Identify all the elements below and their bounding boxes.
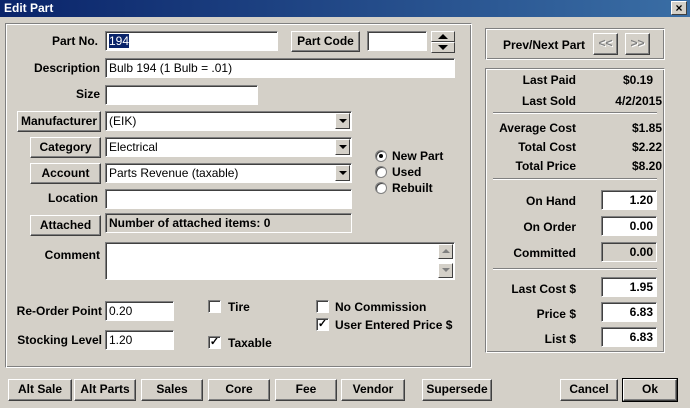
last-paid-label: Last Paid	[522, 73, 576, 87]
chevron-down-icon[interactable]	[335, 139, 350, 155]
list-field[interactable]: 6.83	[601, 327, 657, 347]
stocking-level-label: Stocking Level	[17, 333, 102, 347]
total-cost-label: Total Cost	[518, 140, 576, 154]
manufacturer-button[interactable]: Manufacturer	[17, 111, 101, 132]
prev-part-button[interactable]: <<	[593, 33, 618, 55]
location-label: Location	[48, 191, 98, 205]
stats-divider	[493, 112, 657, 114]
spin-up-icon[interactable]	[431, 31, 455, 42]
total-price-value: $8.20	[631, 159, 662, 173]
category-combo[interactable]: Electrical	[105, 137, 352, 157]
size-label: Size	[75, 87, 100, 101]
last-sold-label: Last Sold	[521, 94, 576, 108]
on-hand-field[interactable]: 1.20	[601, 190, 657, 210]
checkmark-icon: ✓	[317, 318, 328, 330]
used-label[interactable]: Used	[392, 165, 421, 179]
rebuilt-radio[interactable]	[375, 182, 387, 194]
part-code-field[interactable]	[367, 31, 427, 51]
reorder-point-field[interactable]: 0.20	[105, 301, 174, 321]
description-label: Description	[33, 61, 100, 75]
window-title: Edit Part	[4, 1, 54, 15]
scroll-down-icon[interactable]	[438, 263, 453, 278]
new-part-label[interactable]: New Part	[392, 149, 443, 163]
price-label: Price $	[536, 307, 576, 321]
prev-next-label: Prev/Next Part	[503, 38, 586, 52]
comment-field[interactable]	[105, 242, 455, 280]
manufacturer-value: (EIK)	[109, 114, 137, 128]
location-field[interactable]	[105, 189, 352, 209]
user-entered-price-label[interactable]: User Entered Price $	[335, 318, 452, 332]
chevron-down-icon[interactable]	[335, 165, 350, 181]
alt-parts-button[interactable]: Alt Parts	[74, 379, 136, 401]
list-label: List $	[544, 332, 576, 346]
sales-button[interactable]: Sales	[141, 379, 203, 401]
account-button[interactable]: Account	[30, 163, 101, 184]
stats-divider	[493, 178, 657, 180]
total-cost-value: $2.22	[631, 140, 662, 154]
tire-checkbox[interactable]	[208, 300, 221, 313]
user-entered-price-checkbox[interactable]: ✓	[316, 318, 329, 331]
tire-label[interactable]: Tire	[228, 300, 250, 314]
average-cost-label: Average Cost	[499, 121, 576, 135]
last-cost-field[interactable]: 1.95	[601, 277, 657, 297]
chevron-down-icon[interactable]	[335, 113, 350, 129]
close-icon[interactable]: ×	[671, 1, 687, 15]
part-no-label: Part No.	[51, 34, 98, 48]
attached-count-text: Number of attached items: 0	[109, 216, 271, 230]
alt-sale-button[interactable]: Alt Sale	[8, 379, 72, 401]
rebuilt-label[interactable]: Rebuilt	[392, 181, 433, 195]
fee-button[interactable]: Fee	[275, 379, 337, 401]
last-sold-value: 4/2/2015	[615, 94, 662, 108]
spin-down-icon[interactable]	[431, 42, 455, 53]
taxable-label[interactable]: Taxable	[228, 336, 272, 350]
on-order-label: On Order	[523, 220, 576, 234]
manufacturer-combo[interactable]: (EIK)	[105, 111, 352, 131]
total-price-label: Total Price	[515, 159, 576, 173]
part-code-button[interactable]: Part Code	[291, 31, 360, 52]
attached-count: Number of attached items: 0	[105, 213, 352, 233]
description-field[interactable]: Bulb 194 (1 Bulb = .01)	[105, 58, 455, 78]
no-commission-label[interactable]: No Commission	[335, 300, 426, 314]
part-no-value: 194	[109, 34, 130, 48]
stocking-level-field[interactable]: 1.20	[105, 330, 174, 350]
vendor-button[interactable]: Vendor	[341, 379, 405, 401]
on-order-field[interactable]: 0.00	[601, 216, 657, 236]
on-hand-label: On Hand	[526, 194, 576, 208]
taxable-checkbox[interactable]: ✓	[208, 336, 221, 349]
committed-label: Committed	[513, 246, 576, 260]
part-no-field[interactable]: 194	[105, 31, 278, 51]
core-button[interactable]: Core	[208, 379, 270, 401]
committed-field: 0.00	[601, 242, 657, 262]
last-cost-label: Last Cost $	[511, 282, 576, 296]
attached-button[interactable]: Attached	[30, 215, 101, 236]
next-part-button[interactable]: >>	[625, 33, 650, 55]
new-part-radio[interactable]	[375, 150, 387, 162]
average-cost-value: $1.85	[631, 121, 662, 135]
reorder-point-label: Re-Order Point	[16, 304, 102, 318]
category-button[interactable]: Category	[30, 137, 101, 158]
title-bar: Edit Part ×	[0, 0, 690, 17]
account-value: Parts Revenue (taxable)	[109, 166, 239, 180]
price-field[interactable]: 6.83	[601, 302, 657, 322]
checkmark-icon: ✓	[209, 336, 220, 348]
account-combo[interactable]: Parts Revenue (taxable)	[105, 163, 352, 183]
used-radio[interactable]	[375, 166, 387, 178]
cancel-button[interactable]: Cancel	[560, 379, 618, 401]
supersede-button[interactable]: Supersede	[422, 379, 492, 401]
last-paid-value: $0.19	[622, 73, 653, 87]
category-value: Electrical	[109, 140, 158, 154]
ok-button[interactable]: Ok	[622, 378, 678, 402]
size-field[interactable]	[105, 85, 258, 105]
no-commission-checkbox[interactable]	[316, 300, 329, 313]
scroll-up-icon[interactable]	[438, 244, 453, 259]
comment-label: Comment	[44, 248, 100, 262]
stats-divider	[493, 268, 657, 270]
